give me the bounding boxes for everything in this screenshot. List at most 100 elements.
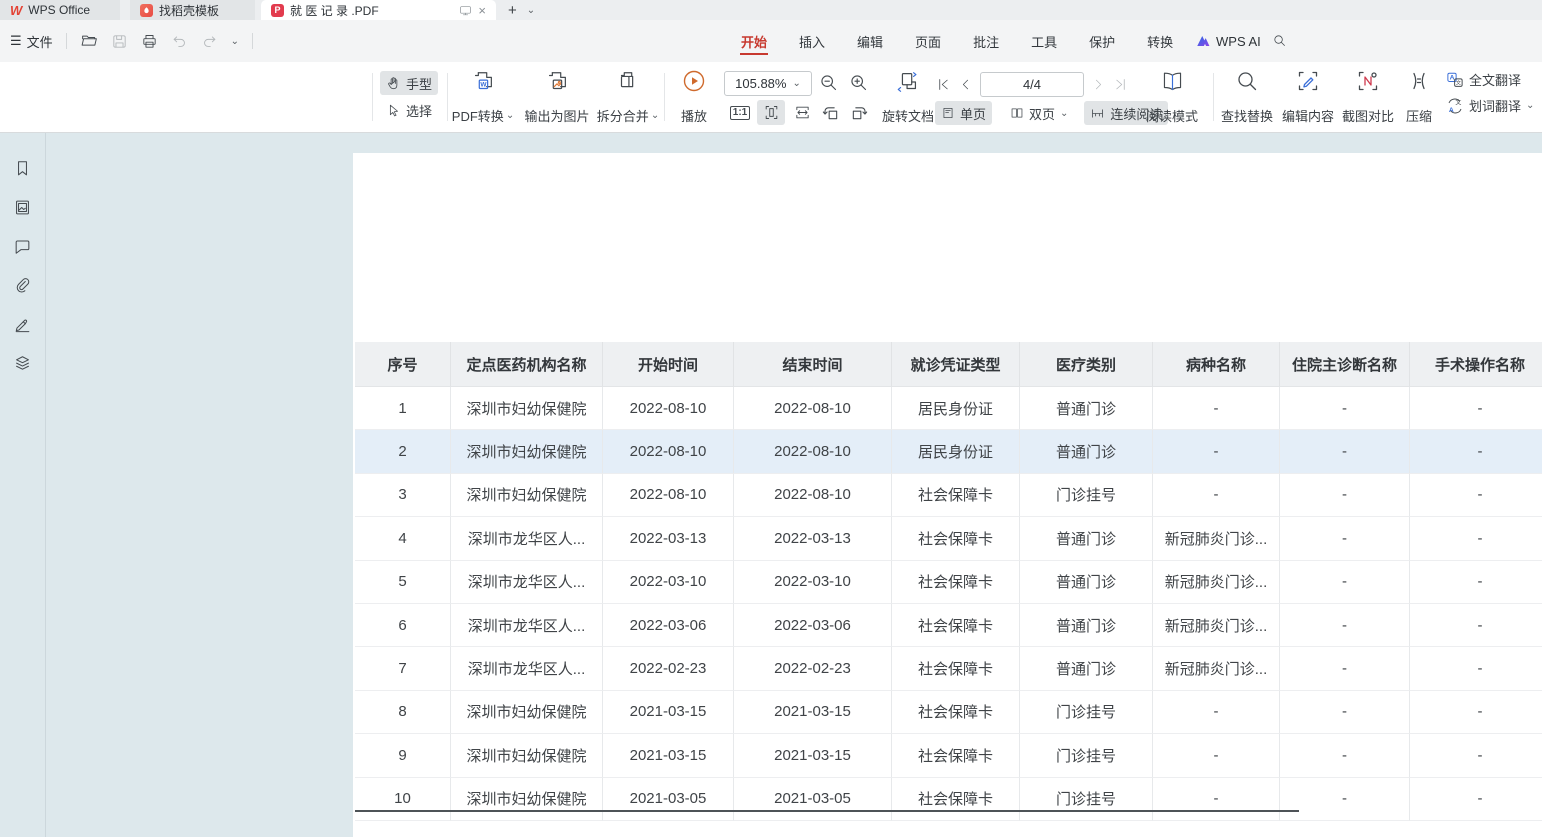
table-cell: - [1410, 474, 1542, 517]
compress-button[interactable]: 压缩 [1402, 69, 1436, 125]
next-page-icon[interactable] [1092, 78, 1105, 91]
column-header: 医疗类别 [1020, 342, 1153, 387]
menu-bar: ☰ 文件 ⌄ 开始 插入 编辑 页面 批注 工具 保护 转换 [0, 20, 1542, 62]
table-cell: - [1280, 561, 1410, 604]
split-merge-button[interactable]: 拆分合并⌄ [592, 69, 664, 125]
zoom-out-icon[interactable] [818, 72, 839, 93]
document-viewer[interactable]: 序号定点医药机构名称开始时间结束时间就诊凭证类型医疗类别病种名称住院主诊断名称手… [46, 133, 1542, 837]
zoom-in-icon[interactable] [848, 72, 869, 93]
menu-item-convert[interactable]: 转换 [1146, 28, 1174, 55]
menu-items: 开始 插入 编辑 页面 批注 工具 保护 转换 [740, 20, 1174, 62]
table-cell: 5 [355, 561, 451, 604]
table-cell: 新冠肺炎门诊... [1153, 561, 1280, 604]
menu-item-insert[interactable]: 插入 [798, 28, 826, 55]
table-cell: 普通门诊 [1020, 387, 1153, 430]
play-button[interactable]: 播放 [672, 69, 716, 125]
pdf-convert-button[interactable]: W PDF转换⌄ [448, 69, 518, 125]
prev-page-icon[interactable] [959, 78, 972, 91]
export-image-button[interactable]: 输出为图片 [518, 69, 596, 125]
find-replace-icon [1235, 69, 1259, 93]
continuous-read-icon [1090, 106, 1105, 121]
save-icon[interactable] [111, 33, 128, 50]
screenshot-compare-button[interactable]: 截图对比 [1340, 69, 1396, 125]
redo-icon[interactable] [201, 33, 218, 50]
edit-content-icon [1296, 69, 1320, 93]
table-cell: 深圳市妇幼保健院 [451, 387, 603, 430]
hand-tool-button[interactable]: 手型 [380, 71, 438, 95]
play-label: 播放 [681, 106, 707, 125]
file-menu-button[interactable]: ☰ 文件 [10, 32, 53, 51]
tab-docer-templates[interactable]: 找稻壳模板 [130, 0, 255, 20]
table-cell: 社会保障卡 [892, 604, 1020, 647]
open-folder-icon[interactable] [80, 32, 98, 50]
table-cell: - [1280, 474, 1410, 517]
attachments-icon[interactable] [13, 276, 32, 295]
table-cell: 社会保障卡 [892, 734, 1020, 777]
menu-item-edit[interactable]: 编辑 [856, 28, 884, 55]
page-number-input[interactable]: 4/4 [980, 72, 1084, 97]
menu-item-page[interactable]: 页面 [914, 28, 942, 55]
table-row: 10深圳市妇幼保健院2021-03-052021-03-05社会保障卡门诊挂号-… [355, 778, 1542, 821]
rotate-document-button[interactable]: 旋转文档 [879, 69, 937, 125]
find-replace-button[interactable]: 查找替换 [1219, 69, 1275, 125]
thumbnails-icon[interactable] [13, 198, 32, 217]
table-cell: - [1280, 647, 1410, 690]
table-cell: - [1410, 387, 1542, 430]
first-page-icon[interactable] [936, 77, 951, 92]
svg-text:A: A [1450, 74, 1455, 81]
menu-item-tools[interactable]: 工具 [1030, 28, 1058, 55]
wps-ai-button[interactable]: WPS AI [1196, 20, 1261, 62]
select-tool-label: 选择 [406, 101, 432, 120]
table-cell: - [1153, 778, 1280, 821]
close-tab-icon[interactable]: × [478, 4, 486, 17]
actual-size-button[interactable]: 1:1 [726, 100, 754, 125]
table-cell: 深圳市妇幼保健院 [451, 430, 603, 473]
undo-icon[interactable] [171, 33, 188, 50]
table-cell: 普通门诊 [1020, 517, 1153, 560]
single-page-button[interactable]: 单页 [935, 101, 992, 125]
new-tab-icon[interactable]: + [508, 3, 517, 18]
layers-icon[interactable] [13, 354, 32, 373]
signature-icon[interactable] [13, 315, 32, 334]
quickbar-chevron-icon[interactable]: ⌄ [231, 36, 239, 47]
fit-width-button[interactable] [788, 100, 816, 125]
last-page-icon[interactable] [1113, 77, 1128, 92]
table-cell: 普通门诊 [1020, 430, 1153, 473]
table-cell: 新冠肺炎门诊... [1153, 647, 1280, 690]
table-cell: - [1280, 734, 1410, 777]
print-icon[interactable] [141, 33, 158, 50]
table-row: 9深圳市妇幼保健院2021-03-152021-03-15社会保障卡门诊挂号--… [355, 734, 1542, 777]
table-cell: 2 [355, 430, 451, 473]
tab-list-chevron-icon[interactable]: ⌄ [527, 5, 535, 16]
menu-search-icon[interactable] [1272, 33, 1287, 48]
column-header: 住院主诊断名称 [1280, 342, 1410, 387]
menu-item-comment[interactable]: 批注 [972, 28, 1000, 55]
table-cell: 社会保障卡 [892, 691, 1020, 734]
rotate-right-icon[interactable] [850, 102, 870, 122]
double-page-button[interactable]: 双页 ⌄ [1004, 101, 1074, 125]
rotate-document-label: 旋转文档 [882, 106, 934, 125]
word-translate-button[interactable]: A文 划词翻译 ⌄ [1446, 96, 1534, 115]
select-tool-button[interactable]: 选择 [380, 98, 438, 122]
table-cell: - [1280, 430, 1410, 473]
bookmarks-icon[interactable] [13, 159, 32, 178]
cursor-icon [386, 103, 401, 118]
full-translate-button[interactable]: A文 全文翻译 [1446, 70, 1534, 89]
read-mode-button[interactable]: 阅读模式 [1144, 69, 1200, 125]
menu-item-home[interactable]: 开始 [740, 28, 768, 55]
table-cell: 深圳市龙华区人... [451, 517, 603, 560]
table-cell: 1 [355, 387, 451, 430]
table-cell: 2021-03-15 [734, 734, 892, 777]
rotate-left-icon[interactable] [820, 102, 840, 122]
table-cell: 社会保障卡 [892, 778, 1020, 821]
menu-item-protect[interactable]: 保护 [1088, 28, 1116, 55]
zoom-level-select[interactable]: 105.88% ⌄ [724, 71, 812, 96]
table-cell: 居民身份证 [892, 387, 1020, 430]
tab-wps-home[interactable]: W WPS Office [0, 0, 120, 20]
table-cell: - [1410, 517, 1542, 560]
tab-document[interactable]: P 就 医 记 录 .PDF × [261, 0, 496, 20]
screen-share-icon[interactable] [459, 4, 472, 17]
fit-page-button[interactable] [757, 100, 785, 125]
comments-icon[interactable] [13, 237, 32, 256]
edit-content-button[interactable]: 编辑内容 [1280, 69, 1336, 125]
